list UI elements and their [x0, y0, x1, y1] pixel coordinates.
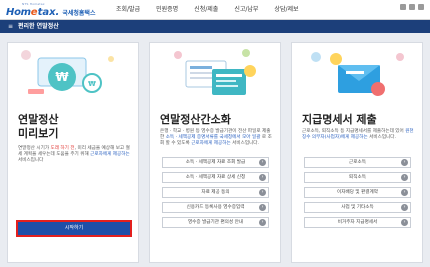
link-deduction-detail-request[interactable]: 소득 · 세액공제 자료 상세 신청 › [162, 172, 269, 183]
panel-payment-title: 지급명세서 제출 [302, 113, 377, 126]
top-navigation-bar: NTS Hometax Hom e tax. 국세청홈택스 조회/발급 민원증명 신… [0, 0, 430, 20]
chevron-right-icon: › [259, 159, 266, 166]
chevron-right-icon: › [401, 189, 408, 196]
chevron-right-icon: › [259, 219, 266, 226]
hometax-logo[interactable]: NTS Hometax Hom e tax. 국세청홈택스 [6, 2, 95, 18]
link-earned-income[interactable]: 근로소득 › [304, 157, 411, 168]
logo-text-e: e [30, 7, 38, 18]
panel-simplified: 연말정산간소화 은행 · 학교 · 병원 등 영수증 발급기관이 전산 파일로 … [149, 42, 281, 263]
nav-item-consulting[interactable]: 상담/제보 [266, 0, 306, 20]
chevron-right-icon: › [401, 159, 408, 166]
sitemap-icon[interactable] [409, 4, 415, 10]
logo-text-tax: tax. [37, 7, 60, 18]
chevron-right-icon: › [259, 174, 266, 181]
chevron-right-icon: › [259, 204, 266, 211]
nav-item-inquiry[interactable]: 조회/발급 [108, 0, 148, 20]
link-retirement-income[interactable]: 퇴직소득 › [304, 172, 411, 183]
panel-payment-statement: 지급명세서 제출 근로소득, 퇴직소득 등 지급명세서를 제출하는데 있어 원천… [291, 42, 423, 263]
link-nonresident-statement[interactable]: 비거주자 지급명세서 › [304, 217, 411, 228]
link-business-other-income[interactable]: 사업 및 기타소득 › [304, 202, 411, 213]
link-interest-dividend[interactable]: 이자배당 및 판결계약 › [304, 187, 411, 198]
chevron-right-icon: › [401, 174, 408, 181]
chevron-right-icon: › [401, 219, 408, 226]
utility-icons [400, 4, 424, 10]
panel-simplified-title: 연말정산간소화 [160, 113, 231, 126]
logo-text-hom: Hom [6, 7, 31, 18]
link-deduction-inquiry[interactable]: 소득 · 세액공제 자료 조회 발급 › [162, 157, 269, 168]
panel-preview-title-line2: 미리보기 [18, 127, 59, 140]
savings-illustration-icon: ₩ ₩ [21, 50, 114, 94]
main-nav: 조회/발급 민원증명 신청/제출 신고/납부 상담/제보 [108, 0, 307, 20]
home-icon[interactable] [400, 4, 406, 10]
panel-payment-description: 근로소득, 퇴직소득 등 지급명세서를 제출하는데 있어 원천징수 의무자(사업… [302, 129, 414, 140]
hamburger-menu-icon[interactable]: ≡ [8, 23, 13, 30]
envelope-illustration-icon [311, 52, 404, 96]
svg-text:₩: ₩ [55, 70, 69, 84]
nav-item-certificates[interactable]: 민원증명 [148, 0, 186, 20]
link-data-consent[interactable]: 자료 제공 동의 › [162, 187, 269, 198]
nav-item-application[interactable]: 신청/제출 [186, 0, 226, 20]
panel-preview-title-line1: 연말정산 [18, 113, 59, 126]
panel-preview: ₩ ₩ 연말정산 미리보기 연말정산 시기가 도래 하기 전, 미리 세금을 예… [7, 42, 139, 263]
link-card-receipt-input[interactable]: 신용카드 등록사용 영수증입력 › [162, 202, 269, 213]
logo-tagline: NTS Hometax [22, 2, 45, 6]
section-bar: ≡ 편리한 연말정산 [0, 20, 430, 33]
menu-icon[interactable] [418, 4, 424, 10]
nav-item-filing[interactable]: 신고/납부 [226, 0, 266, 20]
chevron-right-icon: › [259, 189, 266, 196]
link-receipt-issuer-guide[interactable]: 영수증 발급기관 편의성 안내 › [162, 217, 269, 228]
svg-text:₩: ₩ [88, 80, 96, 88]
chevron-right-icon: › [401, 204, 408, 211]
section-title: 편리한 연말정산 [18, 23, 59, 30]
logo-subtitle: 국세청홈택스 [62, 10, 96, 17]
panel-preview-description: 연말정산 시기가 도래 하기 전, 미리 세금을 예상해 보고 절세 계획을 세… [18, 146, 130, 163]
documents-illustration-icon [174, 49, 256, 95]
main-content: ₩ ₩ 연말정산 미리보기 연말정산 시기가 도래 하기 전, 미리 세금을 예… [0, 33, 430, 267]
panel-simplified-description: 은행 · 학교 · 병원 등 영수증 발급기관이 전산 파일로 제출한 소득 ·… [160, 129, 272, 146]
start-button[interactable]: 시작하기 [16, 220, 132, 237]
